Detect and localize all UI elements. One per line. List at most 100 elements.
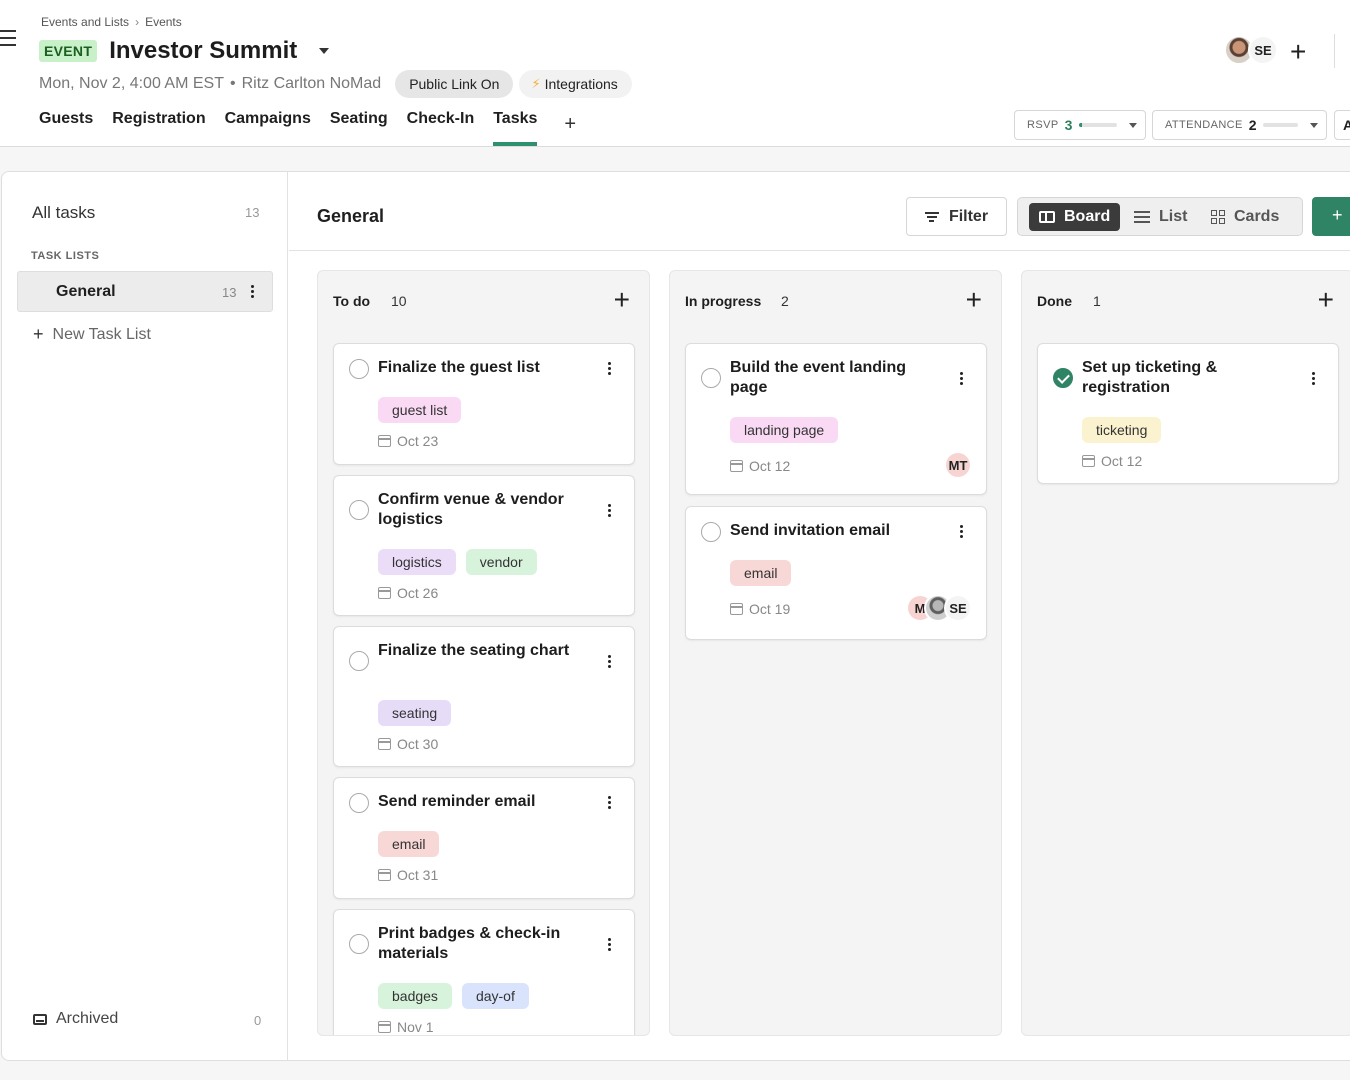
task-title: Print badges & check-in materials (378, 925, 561, 962)
menu-icon[interactable] (0, 30, 16, 50)
tab-guests[interactable]: Guests (39, 110, 93, 146)
all-tasks-count: 13 (245, 205, 260, 220)
task-tags: ticketing (1082, 417, 1171, 443)
column-count: 10 (391, 293, 407, 309)
add-tab-icon[interactable]: + (564, 113, 576, 136)
task-card[interactable]: Send invitation email email Oct 19 M SE (685, 506, 987, 640)
task-checkbox[interactable] (701, 368, 721, 388)
list-view-button[interactable]: List (1124, 203, 1197, 231)
task-checkbox[interactable] (349, 793, 369, 813)
filter-button[interactable]: Filter (906, 197, 1007, 236)
title-row: EVENT Investor Summit (39, 37, 330, 65)
new-task-list-button[interactable]: + New Task List (33, 324, 151, 345)
task-checkbox[interactable] (349, 500, 369, 520)
task-title: Confirm venue & vendor logistics (378, 491, 564, 528)
tab-registration[interactable]: Registration (112, 110, 205, 146)
task-checkbox[interactable] (349, 359, 369, 379)
board-header: General Filter Board List Cards + (289, 172, 1350, 251)
breadcrumb-events[interactable]: Events (145, 15, 182, 29)
task-tags: seating (378, 700, 461, 726)
tab-check-in[interactable]: Check-In (407, 110, 475, 146)
integrations-label: Integrations (544, 76, 618, 92)
header-avatars[interactable]: SE (1224, 35, 1278, 65)
calendar-icon (730, 603, 743, 615)
due-date-label: Oct 26 (397, 585, 439, 601)
add-task-button[interactable]: + (1312, 197, 1350, 236)
task-assignees[interactable]: M SE (906, 594, 972, 622)
add-card-icon[interactable]: + (1318, 283, 1334, 317)
due-date: Oct 23 (378, 433, 438, 449)
breadcrumb-events-and-lists[interactable]: Events and Lists (41, 15, 129, 29)
due-date: Oct 12 (730, 458, 790, 474)
add-card-icon[interactable]: + (966, 283, 982, 317)
avatar[interactable]: SE (1248, 35, 1278, 65)
attendance-progress-bar (1262, 123, 1298, 127)
attendance-label: ATTENDANCE (1165, 119, 1243, 131)
archived-link[interactable]: Archived (33, 1010, 118, 1028)
more-vertical-icon[interactable] (608, 796, 612, 811)
rsvp-dropdown[interactable]: RSVP 3 (1014, 110, 1146, 140)
task-checkbox[interactable] (701, 522, 721, 542)
event-datetime: Mon, Nov 2, 4:00 AM EST (39, 75, 224, 92)
filter-icon (924, 210, 939, 224)
calendar-icon (378, 869, 391, 881)
more-vertical-icon[interactable] (960, 372, 964, 387)
tag: email (378, 831, 440, 857)
column-title: Done (1037, 293, 1072, 309)
archive-tray-icon (33, 1013, 47, 1025)
all-tasks-link[interactable]: All tasks (32, 203, 95, 223)
integrations-button[interactable]: ⚡ Integrations (519, 70, 632, 98)
task-card[interactable]: Build the event landing page landing pag… (685, 343, 987, 495)
task-title: Build the event landing page (730, 359, 907, 396)
stat-dropdown-cutoff[interactable]: A (1334, 110, 1350, 140)
more-vertical-icon[interactable] (608, 504, 612, 519)
tab-campaigns[interactable]: Campaigns (225, 110, 311, 146)
task-card[interactable]: Finalize the seating chart seating Oct 3… (333, 626, 635, 767)
tab-seating[interactable]: Seating (330, 110, 388, 146)
task-card[interactable]: Print badges & check-in materials badges… (333, 909, 635, 1035)
chevron-right-icon: › (135, 15, 140, 29)
public-link-button[interactable]: Public Link On (395, 70, 514, 98)
task-assignees[interactable]: MT (944, 451, 972, 479)
calendar-icon (1082, 455, 1095, 467)
due-date: Oct 19 (730, 601, 790, 617)
task-checkbox-checked[interactable] (1053, 368, 1073, 388)
rsvp-progress-bar (1078, 123, 1117, 127)
tag: day-of (461, 983, 529, 1009)
tab-tasks[interactable]: Tasks (493, 110, 538, 146)
add-card-icon[interactable]: + (614, 283, 630, 317)
task-card[interactable]: Confirm venue & vendor logistics logisti… (333, 475, 635, 616)
task-card[interactable]: Set up ticketing & registration ticketin… (1037, 343, 1339, 484)
event-switcher-caret-icon[interactable] (319, 48, 330, 54)
avatar[interactable]: MT (944, 451, 972, 479)
task-card[interactable]: Finalize the guest list guest list Oct 2… (333, 343, 635, 465)
list-icon (1134, 208, 1150, 226)
tag: ticketing (1082, 417, 1162, 443)
sidebar-item-general[interactable]: General 13 (17, 271, 273, 312)
more-vertical-icon[interactable] (251, 285, 255, 300)
more-vertical-icon[interactable] (608, 938, 612, 953)
plus-icon[interactable]: + (1290, 36, 1306, 68)
chevron-down-icon (1310, 122, 1318, 128)
task-tags: badges day-of (378, 983, 539, 1009)
due-date-label: Oct 31 (397, 867, 439, 883)
board-view-button[interactable]: Board (1029, 203, 1121, 231)
tasks-panel: All tasks 13 TASK LISTS General 13 + New … (1, 171, 1350, 1061)
task-card[interactable]: Send reminder email email Oct 31 (333, 777, 635, 899)
divider (1334, 34, 1335, 68)
task-tags: email (730, 560, 801, 586)
more-vertical-icon[interactable] (960, 525, 964, 540)
more-vertical-icon[interactable] (1312, 372, 1316, 387)
calendar-icon (378, 1021, 391, 1033)
task-checkbox[interactable] (349, 934, 369, 954)
page-title: Investor Summit (109, 37, 298, 64)
more-vertical-icon[interactable] (608, 362, 612, 377)
more-vertical-icon[interactable] (608, 655, 612, 670)
task-checkbox[interactable] (349, 651, 369, 671)
task-title: Set up ticketing & registration (1082, 359, 1218, 396)
cards-view-button[interactable]: Cards (1201, 203, 1289, 231)
calendar-icon (378, 587, 391, 599)
avatar[interactable]: SE (944, 594, 972, 622)
attendance-dropdown[interactable]: ATTENDANCE 2 (1152, 110, 1327, 140)
filter-label: Filter (948, 207, 989, 225)
